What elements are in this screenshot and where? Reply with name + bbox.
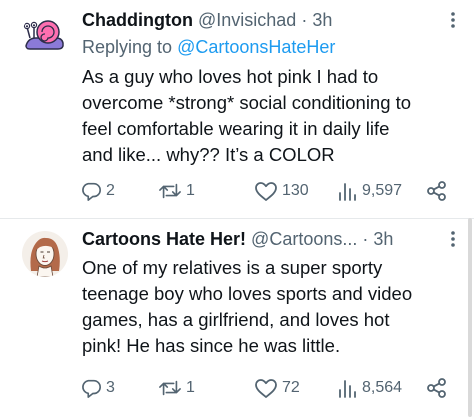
reply-button[interactable]: 3 [80,375,115,401]
more-button[interactable] [444,6,462,34]
views-count: 9,597 [362,182,403,199]
avatar[interactable] [22,231,68,277]
share-button[interactable] [426,178,448,204]
tweet-header: Chaddington @Invisichad · 3h [82,6,444,34]
scrollbar[interactable] [468,218,472,417]
separator-dot: · [362,229,369,249]
like-button[interactable]: 72 [254,375,300,401]
reply-count: 2 [106,182,115,199]
views-button[interactable]: 8,564 [336,375,402,401]
more-button[interactable] [444,225,462,253]
views-count: 8,564 [362,379,403,396]
user-handle[interactable]: @Cartoons... [251,229,357,249]
reply-count: 3 [106,379,115,396]
separator-dot: · [301,10,308,30]
avatar[interactable] [22,12,68,58]
tweet-header: Cartoons Hate Her! @Cartoons... · 3h [82,225,444,253]
display-name[interactable]: Cartoons Hate Her! [82,229,246,249]
tweet-text: One of my relatives is a super sporty te… [82,257,413,356]
user-handle[interactable]: @Invisichad [198,10,296,30]
views-button[interactable]: 9,597 [336,178,402,204]
tweet[interactable]: Chaddington @Invisichad · 3h Replying to… [0,0,474,218]
reply-icon [82,379,101,398]
like-button[interactable]: 130 [254,178,309,204]
replying-to: Replying to @CartoonsHateHer [82,34,335,60]
share-icon [427,181,446,201]
timestamp[interactable]: 3h [373,229,393,249]
tweet[interactable]: Cartoons Hate Her! @Cartoons... · 3h One… [0,219,474,417]
like-count: 130 [282,182,309,199]
retweet-icon [159,380,181,396]
retweet-count: 1 [186,182,195,199]
more-icon [451,231,455,247]
person-drawing-avatar-icon [22,231,68,277]
more-icon [451,12,455,28]
snail-avatar-icon [22,12,68,58]
replying-to-handle[interactable]: @CartoonsHateHer [177,37,335,57]
like-count: 72 [282,379,300,396]
action-bar: 2 1 130 9,597 [80,178,460,204]
action-bar: 3 1 72 8,564 [80,375,460,401]
share-button[interactable] [426,375,448,401]
display-name[interactable]: Chaddington [82,10,193,30]
retweet-button[interactable]: 1 [158,178,195,204]
retweet-count: 1 [186,379,195,396]
replying-to-label: Replying to [82,37,178,57]
views-icon [339,183,356,201]
like-icon [255,182,277,201]
timestamp[interactable]: 3h [312,10,332,30]
retweet-button[interactable]: 1 [158,375,195,401]
retweet-icon [159,183,181,199]
share-icon [427,378,446,398]
tweet-text: As a guy who loves hot pink I had to ove… [82,66,412,165]
views-icon [339,380,356,398]
like-icon [255,379,277,398]
reply-icon [82,182,101,201]
reply-button[interactable]: 2 [80,178,115,204]
